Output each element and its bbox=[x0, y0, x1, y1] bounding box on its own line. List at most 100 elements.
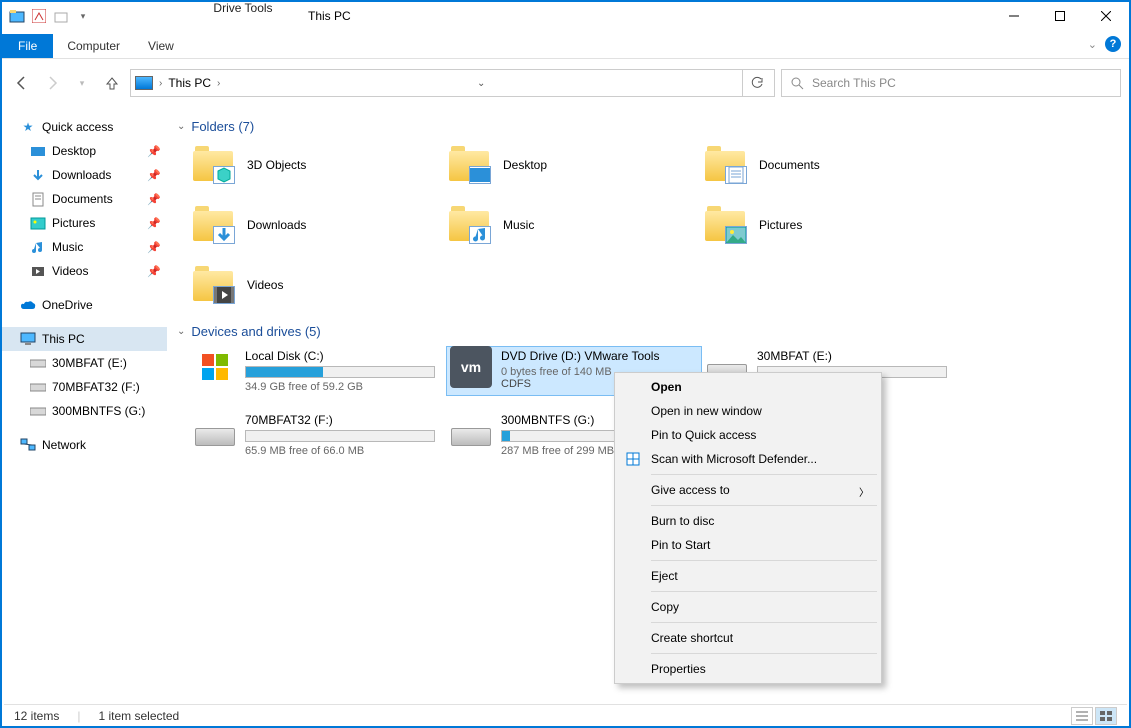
ribbon-expand-icon[interactable]: ⌄ bbox=[1088, 38, 1097, 51]
drive-icon bbox=[30, 379, 46, 395]
folder-item[interactable]: Music bbox=[449, 204, 699, 246]
pictures-icon bbox=[30, 215, 46, 231]
sidebar-item-downloads[interactable]: Downloads 📌 bbox=[2, 163, 167, 187]
properties-icon[interactable] bbox=[30, 7, 48, 25]
folder-icon bbox=[705, 144, 747, 186]
pin-icon: 📌 bbox=[147, 145, 161, 158]
drive-free-space: 34.9 GB free of 59.2 GB bbox=[245, 381, 443, 393]
context-menu-item[interactable]: Pin to Start bbox=[617, 533, 879, 557]
folder-item[interactable]: Downloads bbox=[193, 204, 443, 246]
tab-computer[interactable]: Computer bbox=[53, 34, 134, 58]
sidebar-item-drive[interactable]: 30MBFAT (E:) bbox=[2, 351, 167, 375]
sidebar-item-label: Documents bbox=[52, 192, 113, 206]
drive-icon bbox=[30, 403, 46, 419]
star-icon: ★ bbox=[20, 119, 36, 135]
search-icon bbox=[790, 76, 804, 90]
help-icon[interactable]: ? bbox=[1105, 36, 1121, 52]
group-header-label: Devices and drives (5) bbox=[191, 324, 320, 339]
forward-button[interactable] bbox=[40, 71, 64, 95]
chevron-right-icon: 〉 bbox=[859, 484, 869, 499]
folder-label: Videos bbox=[247, 278, 283, 292]
folder-icon bbox=[449, 144, 491, 186]
drive-icon: vm bbox=[449, 349, 493, 385]
breadcrumb-arrow-icon[interactable]: › bbox=[217, 78, 220, 89]
refresh-button[interactable] bbox=[742, 69, 770, 97]
folder-label: Pictures bbox=[759, 218, 802, 232]
context-menu-item[interactable]: Open in new window bbox=[617, 399, 879, 423]
folder-label: Desktop bbox=[503, 158, 547, 172]
drive-item[interactable]: Local Disk (C:) 34.9 GB free of 59.2 GB bbox=[193, 349, 443, 393]
context-menu-item[interactable]: Eject bbox=[617, 564, 879, 588]
group-header-drives[interactable]: ⌄ Devices and drives (5) bbox=[177, 324, 1119, 339]
context-menu-item[interactable]: Scan with Microsoft Defender... bbox=[617, 447, 879, 471]
navigation-bar: ▾ › This PC › ⌄ Search This PC bbox=[2, 65, 1129, 101]
up-button[interactable] bbox=[100, 71, 124, 95]
tab-view[interactable]: View bbox=[134, 34, 188, 58]
sidebar-item-drive[interactable]: 70MBFAT32 (F:) bbox=[2, 375, 167, 399]
tab-drive-tools[interactable]: Drive Tools bbox=[202, 0, 284, 20]
file-tab[interactable]: File bbox=[2, 34, 53, 58]
search-box[interactable]: Search This PC bbox=[781, 69, 1121, 97]
music-icon bbox=[30, 239, 46, 255]
recent-locations-button[interactable]: ▾ bbox=[70, 71, 94, 95]
sidebar-quick-access[interactable]: ★ Quick access bbox=[2, 115, 167, 139]
context-menu-item[interactable]: Open bbox=[617, 375, 879, 399]
sidebar-item-drive[interactable]: 300MBNTFS (G:) bbox=[2, 399, 167, 423]
context-menu-item[interactable]: Burn to disc bbox=[617, 509, 879, 533]
sidebar-item-desktop[interactable]: Desktop 📌 bbox=[2, 139, 167, 163]
folder-item[interactable]: Desktop bbox=[449, 144, 699, 186]
sidebar-item-documents[interactable]: Documents📌 bbox=[2, 187, 167, 211]
breadcrumb-this-pc[interactable]: This PC bbox=[168, 76, 211, 90]
context-menu-item[interactable]: Give access to〉 bbox=[617, 478, 879, 502]
context-menu-item[interactable]: Copy bbox=[617, 595, 879, 619]
qat-dropdown-icon[interactable]: ▾ bbox=[74, 7, 92, 25]
context-menu: Open Open in new windowPin to Quick acces… bbox=[614, 372, 882, 684]
folder-item[interactable]: 3D Objects bbox=[193, 144, 443, 186]
videos-icon bbox=[30, 263, 46, 279]
drive-item[interactable]: 70MBFAT32 (F:)65.9 MB free of 66.0 MB bbox=[193, 413, 443, 457]
address-bar[interactable]: › This PC › ⌄ bbox=[130, 69, 775, 97]
sidebar-item-music[interactable]: Music📌 bbox=[2, 235, 167, 259]
sidebar-this-pc[interactable]: This PC bbox=[2, 327, 167, 351]
large-icons-view-button[interactable] bbox=[1095, 707, 1117, 725]
sidebar-item-label: 300MBNTFS (G:) bbox=[52, 404, 145, 418]
context-menu-item[interactable]: Pin to Quick access bbox=[617, 423, 879, 447]
sidebar-item-videos[interactable]: Videos📌 bbox=[2, 259, 167, 283]
maximize-button[interactable] bbox=[1037, 2, 1083, 30]
context-menu-item[interactable]: Properties bbox=[617, 657, 879, 681]
context-menu-item[interactable]: Create shortcut bbox=[617, 626, 879, 650]
navigation-pane: ★ Quick access Desktop 📌 Downloads 📌 Documen… bbox=[2, 101, 167, 705]
drive-icon bbox=[193, 413, 237, 449]
folder-label: 3D Objects bbox=[247, 158, 306, 172]
breadcrumb-arrow-icon[interactable]: › bbox=[159, 78, 162, 89]
drive-name: Local Disk (C:) bbox=[245, 349, 443, 363]
context-menu-label: Open bbox=[651, 380, 682, 394]
drive-name: DVD Drive (D:) VMware Tools bbox=[501, 349, 699, 363]
drive-icon bbox=[449, 413, 493, 449]
back-button[interactable] bbox=[10, 71, 34, 95]
quick-access-toolbar: ▾ bbox=[2, 7, 98, 25]
sidebar-onedrive[interactable]: OneDrive bbox=[2, 293, 167, 317]
close-button[interactable] bbox=[1083, 2, 1129, 30]
folder-item[interactable]: Pictures bbox=[705, 204, 955, 246]
folder-item[interactable]: Documents bbox=[705, 144, 955, 186]
new-folder-icon[interactable] bbox=[52, 7, 70, 25]
address-dropdown-button[interactable]: ⌄ bbox=[467, 69, 495, 97]
sidebar-item-label: Quick access bbox=[42, 120, 113, 134]
folder-item[interactable]: Videos bbox=[193, 264, 443, 306]
sidebar-item-label: Downloads bbox=[52, 168, 111, 182]
sidebar-item-label: Desktop bbox=[52, 144, 96, 158]
folder-icon bbox=[449, 204, 491, 246]
group-header-folders[interactable]: ⌄ Folders (7) bbox=[177, 119, 1119, 134]
sidebar-network[interactable]: Network bbox=[2, 433, 167, 457]
context-menu-label: Scan with Microsoft Defender... bbox=[651, 452, 817, 466]
pin-icon: 📌 bbox=[147, 169, 161, 182]
details-view-button[interactable] bbox=[1071, 707, 1093, 725]
folder-icon bbox=[705, 204, 747, 246]
sidebar-item-label: Videos bbox=[52, 264, 88, 278]
sidebar-item-pictures[interactable]: Pictures📌 bbox=[2, 211, 167, 235]
folder-label: Music bbox=[503, 218, 534, 232]
drive-usage-bar bbox=[245, 430, 435, 442]
network-icon bbox=[20, 437, 36, 453]
minimize-button[interactable] bbox=[991, 2, 1037, 30]
